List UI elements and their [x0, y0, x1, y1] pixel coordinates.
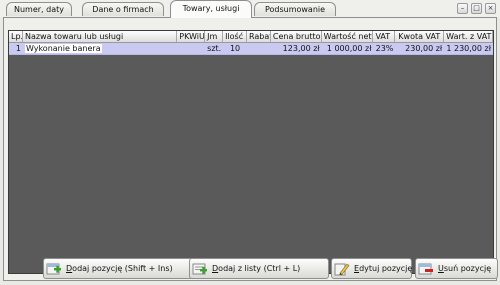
- cell-name[interactable]: Wykonanie banera: [23, 43, 177, 54]
- column-header-rabat[interactable]: Rabat: [247, 31, 271, 42]
- table-row[interactable]: 1 Wykonanie banera szt. 10 123,00 zł 1 0…: [9, 43, 493, 55]
- column-header-ilosc[interactable]: Ilość: [223, 31, 247, 42]
- cell-wart-z-vat: 1 230,00 zł: [446, 44, 491, 53]
- tab-numer-daty[interactable]: Numer, daty: [6, 2, 72, 16]
- cell-ilosc: 10: [229, 44, 241, 53]
- cell-name-text: Wykonanie banera: [24, 44, 102, 53]
- column-header-kwota-vat[interactable]: Kwota VAT: [395, 31, 445, 42]
- add-item-label: odaj pozycję (Shift + Ins): [72, 264, 173, 273]
- minimize-icon[interactable]: –: [457, 3, 468, 14]
- delete-icon: [418, 262, 434, 276]
- edit-icon: [334, 262, 350, 276]
- column-header-pkwiu[interactable]: PKWiU: [177, 31, 206, 42]
- cell-kwota-vat: 230,00 zł: [405, 44, 443, 53]
- column-header-lp[interactable]: Lp.: [9, 31, 23, 42]
- delete-item-label: suń pozycję: [443, 264, 492, 273]
- add-from-list-label: odaj z listy (Ctrl + L): [218, 264, 301, 273]
- cell-jm: szt.: [207, 44, 222, 53]
- cell-wartosc-netto: 1 000,00 zł: [326, 44, 372, 53]
- window-controls: – □ ×: [457, 3, 496, 14]
- cell-rabat: [247, 43, 271, 54]
- delete-item-button[interactable]: Usuń pozycję: [415, 258, 498, 279]
- items-table[interactable]: Lp. Nazwa towaru lub usługi PKWiU Jm Ilo…: [8, 30, 494, 274]
- edit-item-button[interactable]: Edytuj pozycję: [331, 258, 412, 279]
- items-panel: Lp. Nazwa towaru lub usługi PKWiU Jm Ilo…: [3, 17, 497, 281]
- tab-strip: Numer, daty Dane o firmach Towary, usług…: [0, 0, 500, 18]
- tab-towary-uslugi[interactable]: Towary, usługi: [170, 0, 252, 18]
- action-buttons: Dodaj pozycję (Shift + Ins) ▾ Dodaj z li…: [43, 258, 500, 281]
- edit-item-label: dytuj pozycję: [359, 264, 413, 273]
- cell-vat: 23%: [375, 44, 394, 53]
- column-header-jm[interactable]: Jm: [205, 31, 224, 42]
- cell-cena-brutto: 123,00 zł: [282, 44, 320, 53]
- add-from-list-button[interactable]: Dodaj z listy (Ctrl + L): [189, 258, 329, 279]
- table-header: Lp. Nazwa towaru lub usługi PKWiU Jm Ilo…: [9, 31, 493, 43]
- tab-dane-o-firmach[interactable]: Dane o firmach: [82, 2, 164, 16]
- column-header-cena-brutto[interactable]: Cena brutto: [271, 31, 322, 42]
- cell-pkwiu: [177, 43, 205, 54]
- add-from-list-icon: [192, 262, 208, 276]
- add-icon: [46, 262, 62, 276]
- column-header-wartosc-netto[interactable]: Wartość netto: [322, 31, 374, 42]
- cell-lp: 1: [15, 44, 21, 53]
- tab-podsumowanie[interactable]: Podsumowanie: [254, 2, 336, 16]
- close-icon[interactable]: ×: [485, 3, 496, 14]
- column-header-wart-z-vat[interactable]: Wart. z VAT: [444, 31, 493, 42]
- column-header-name[interactable]: Nazwa towaru lub usługi: [23, 31, 178, 42]
- restore-icon[interactable]: □: [471, 3, 482, 14]
- column-header-vat[interactable]: VAT: [373, 31, 396, 42]
